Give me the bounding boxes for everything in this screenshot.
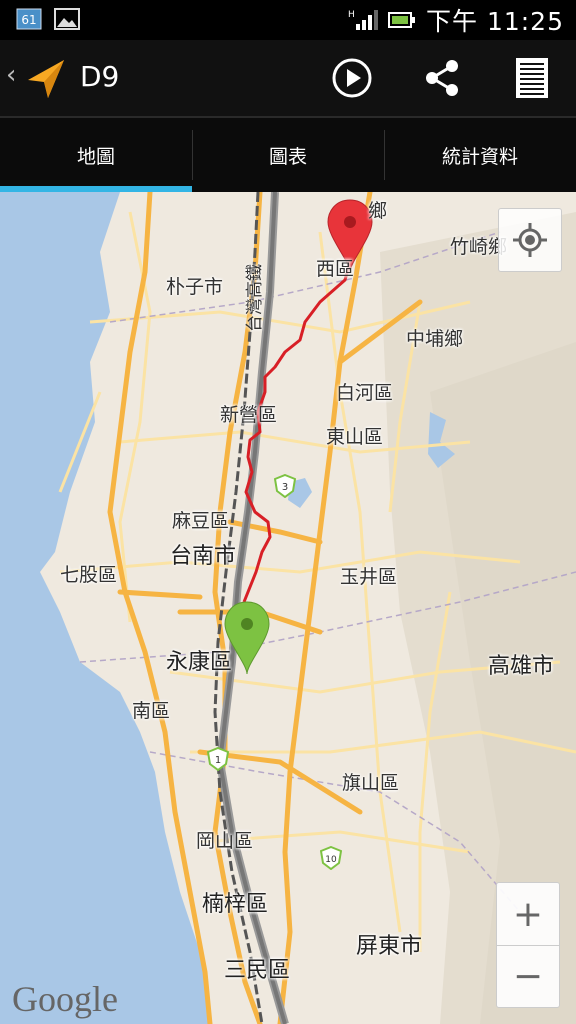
rail-line-label: 台灣高鐵 [245, 264, 265, 332]
svg-text:H: H [348, 10, 355, 20]
place-label: 西區 [316, 258, 355, 280]
tab-statistics-label: 統計資料 [441, 145, 518, 168]
route-shield-10: 10 [320, 846, 342, 870]
zoom-out-button[interactable]: − [497, 945, 559, 1007]
list-icon[interactable] [510, 56, 554, 100]
calendar-badge: 61 [21, 13, 36, 27]
route-shield-10-label: 10 [325, 855, 337, 865]
place-label: 中埔鄉 [406, 328, 464, 350]
google-attribution: Google [12, 979, 118, 1019]
place-label: 旗山區 [342, 772, 400, 794]
tab-chart-label: 圖表 [268, 145, 307, 168]
place-label: 屏東市 [356, 934, 423, 959]
map-view[interactable]: 3 1 10 鄉 竹崎鄉 西區 朴子市 中埔鄉 白河區 新營區 東山區 麻豆區 … [0, 192, 576, 1024]
place-label: 東山區 [326, 426, 384, 448]
place-label: 鄉 [368, 200, 388, 222]
route-shield-1: 1 [207, 747, 229, 771]
app-arrow-icon[interactable] [24, 56, 68, 100]
route-shield-3-label: 3 [282, 482, 288, 493]
place-label: 三民區 [224, 958, 291, 983]
place-label: 玉井區 [340, 566, 398, 588]
clock: 下午 11:25 [426, 7, 564, 36]
route-shield-3: 3 [274, 474, 296, 498]
activity-title: D9 [80, 60, 120, 93]
map-tiles [0, 192, 576, 1024]
place-label: 高雄市 [488, 654, 555, 679]
place-label: 七股區 [60, 564, 118, 586]
place-label: 岡山區 [196, 830, 254, 852]
zoom-controls: + − [496, 882, 560, 1008]
tab-map[interactable]: 地圖 [0, 118, 192, 192]
place-label: 南區 [132, 700, 171, 722]
place-label: 楠梓區 [202, 892, 269, 917]
place-label: 新營區 [220, 404, 278, 426]
place-label: 台南市 [170, 544, 237, 569]
tab-map-label: 地圖 [76, 145, 115, 168]
route-shield-1-label: 1 [215, 755, 221, 766]
battery-icon [388, 12, 415, 28]
place-label: 白河區 [336, 382, 394, 404]
zoom-in-button[interactable]: + [497, 883, 559, 946]
play-icon[interactable] [330, 56, 374, 100]
status-bar: 61 H 下午 11:25 [0, 0, 576, 40]
place-label: 朴子市 [166, 276, 224, 298]
my-location-button[interactable] [498, 208, 562, 272]
gallery-notification-icon [54, 8, 80, 30]
tab-statistics[interactable]: 統計資料 [384, 118, 576, 192]
share-icon[interactable] [420, 56, 464, 100]
tab-chart[interactable]: 圖表 [192, 118, 384, 192]
tab-bar: 地圖 圖表 統計資料 [0, 118, 576, 192]
crosshair-icon [513, 223, 547, 257]
place-label: 永康區 [166, 650, 233, 675]
up-caret-icon[interactable]: ‹ [6, 60, 16, 90]
calendar-notification-icon: 61 [16, 8, 42, 30]
action-bar: ‹ D9 [0, 40, 576, 118]
signal-icon: H [348, 10, 378, 30]
place-label: 麻豆區 [172, 510, 230, 532]
